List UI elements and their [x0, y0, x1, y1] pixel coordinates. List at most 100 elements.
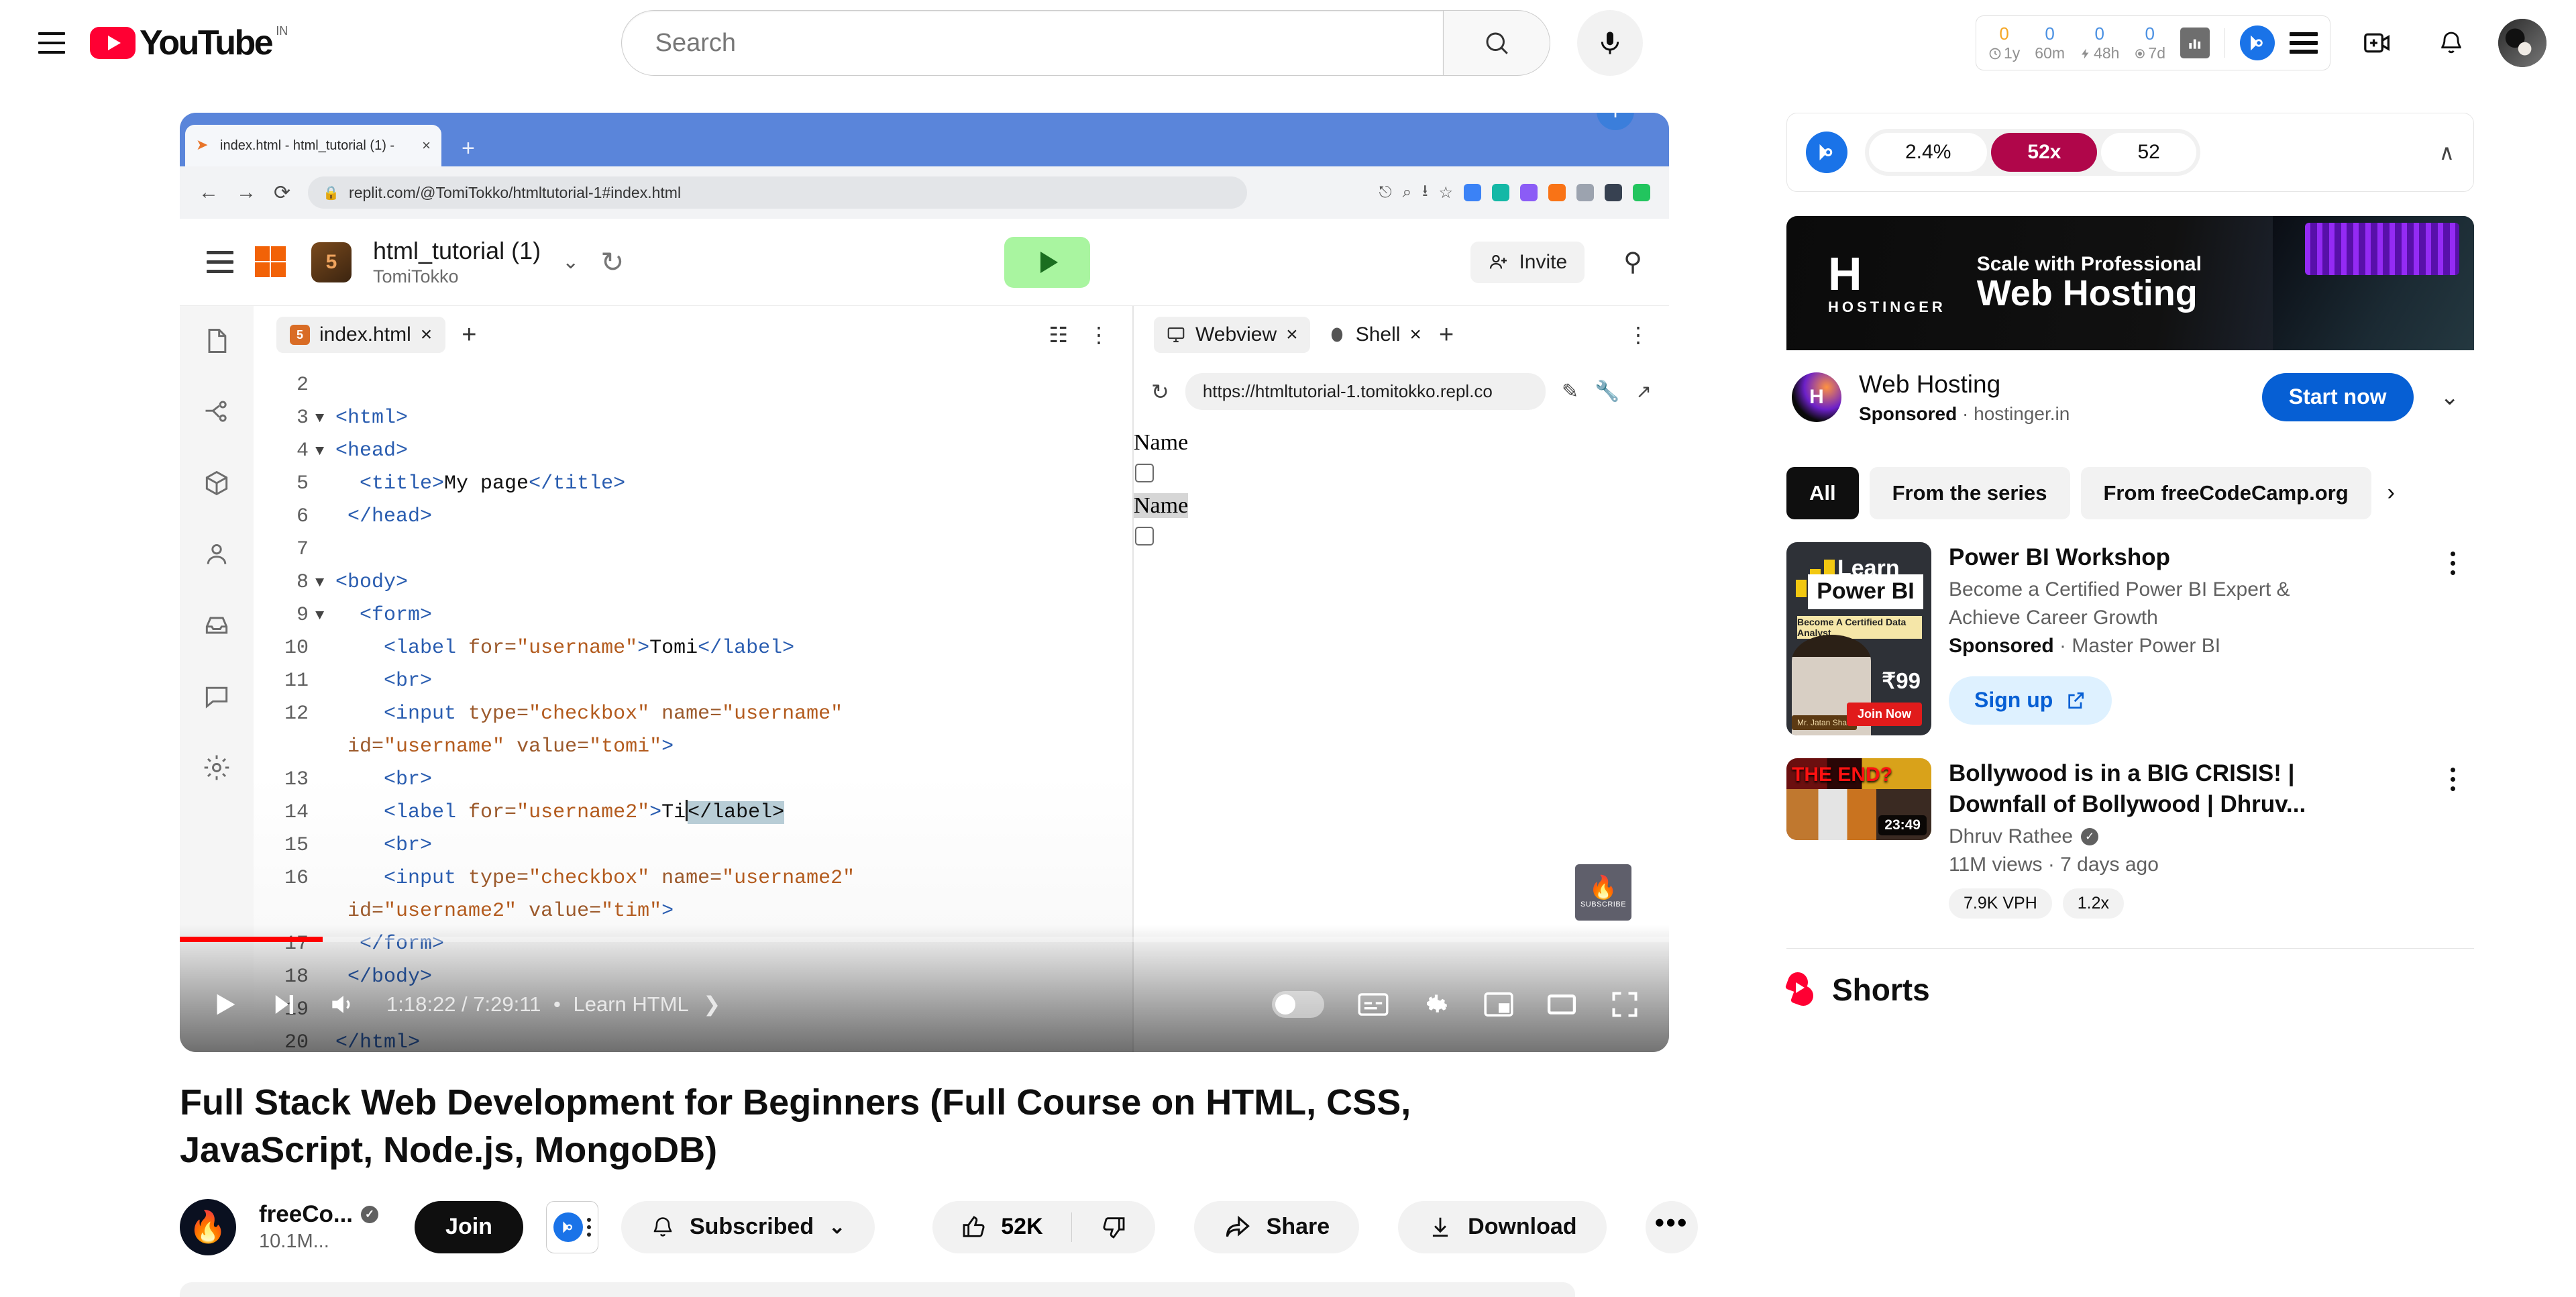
recommendation-title-line2[interactable]: Downfall of Bollywood | Dhruv... [1949, 789, 2414, 820]
channel-info[interactable]: freeCo... ✓ 10.1M... [259, 1199, 379, 1255]
gear-icon[interactable] [202, 753, 231, 782]
autoplay-toggle[interactable] [1272, 991, 1324, 1018]
editor-add-tab-icon[interactable]: + [462, 321, 476, 350]
bar-chart-icon[interactable] [2180, 28, 2210, 58]
install-icon[interactable]: ⭳ [1422, 179, 1428, 207]
advertiser-avatar[interactable]: H [1792, 372, 1841, 422]
dislike-button[interactable] [1072, 1214, 1155, 1241]
replit-project-chevron-down-icon[interactable]: ⌄ [562, 250, 579, 274]
volume-button[interactable] [327, 990, 357, 1019]
youtube-logo[interactable]: YouTube IN [90, 24, 288, 60]
package-cube-icon[interactable] [202, 468, 231, 498]
replit-search-icon[interactable]: ⚲ [1623, 247, 1642, 277]
vidiq-stat-3[interactable]: 0 7d [2134, 25, 2165, 61]
replit-invite-button[interactable]: Invite [1470, 241, 1585, 283]
play-button[interactable] [209, 989, 240, 1020]
replit-menu-icon[interactable] [207, 251, 233, 273]
player-chapter-arrow-icon[interactable]: ❯ [703, 992, 720, 1016]
bookmark-star-icon[interactable]: ☆ [1438, 183, 1453, 203]
browser-new-tab-icon[interactable]: + [462, 136, 475, 162]
browser-back-icon[interactable]: ← [199, 181, 219, 204]
notifications-button[interactable] [2424, 16, 2478, 70]
search-input[interactable] [655, 28, 1443, 58]
subscribe-watermark[interactable]: 🔥 SUBSCRIBE [1575, 864, 1631, 921]
vidiq-kebab-icon[interactable] [586, 1217, 591, 1237]
preview-checkbox-1[interactable] [1135, 464, 1154, 482]
code-fold-icon[interactable] [315, 895, 335, 928]
code-fold-icon[interactable] [315, 501, 335, 533]
browser-tab[interactable]: ➤ index.html - html_tutorial (1) - × [185, 125, 441, 166]
download-button[interactable]: Download [1398, 1200, 1607, 1253]
editor-layout-icon[interactable]: ☷ [1049, 322, 1068, 348]
code-fold-icon[interactable]: ▼ [315, 435, 335, 468]
video-player[interactable]: ➤ index.html - html_tutorial (1) - × + T… [180, 113, 1669, 1052]
channel-avatar[interactable]: 🔥 [180, 1198, 236, 1255]
editor-tab-close-icon[interactable]: × [421, 323, 433, 346]
browser-address-bar[interactable]: 🔒 replit.com/@TomiTokko/htmltutorial-1#i… [308, 176, 1248, 209]
browser-tab-close-icon[interactable]: × [422, 137, 431, 154]
code-fold-icon[interactable] [315, 665, 335, 698]
recommendation-title[interactable]: Power BI Workshop [1949, 542, 2414, 573]
preview-kebab-icon[interactable]: ⋮ [1627, 322, 1649, 348]
replit-run-button[interactable] [1004, 236, 1091, 288]
vidiq-segment-multiplier[interactable]: 52x [1991, 133, 2098, 172]
ad-chevron-down-icon[interactable]: ⌄ [2431, 384, 2469, 411]
vidiq-segment-engagement[interactable]: 2.4% [1869, 133, 1988, 172]
vidiq-stat-1[interactable]: 0 60m [2035, 25, 2065, 61]
preview-checkbox-2[interactable] [1135, 527, 1154, 546]
code-fold-icon[interactable] [315, 533, 335, 566]
user-icon[interactable] [202, 539, 231, 569]
replit-history-icon[interactable]: ↻ [600, 246, 624, 278]
vidiq-stat-0[interactable]: 0 1y [1988, 25, 2020, 61]
extension-icon-1[interactable] [1464, 184, 1481, 201]
more-actions-button[interactable]: ••• [1645, 1200, 1698, 1253]
recommendation-kebab-icon[interactable] [2431, 758, 2474, 801]
vidiq-logo-icon[interactable] [2240, 25, 2275, 60]
preview-tab-shell-close-icon[interactable]: × [1409, 323, 1421, 346]
chip-from-freecodecamp[interactable]: From freeCodeCamp.org [2080, 466, 2371, 519]
ad-cta-button[interactable]: Start now [2261, 372, 2414, 421]
preview-tab-webview-close-icon[interactable]: × [1286, 323, 1298, 346]
join-button[interactable]: Join [415, 1200, 523, 1253]
next-video-button[interactable] [270, 990, 298, 1019]
recommendation-title-line1[interactable]: Bollywood is in a BIG CRISIS! | [1949, 758, 2414, 789]
chip-all[interactable]: All [1786, 466, 1859, 519]
progress-bar[interactable] [180, 937, 1669, 942]
player-chapter-title[interactable]: Learn HTML [574, 992, 688, 1016]
vidiq-stats-pill[interactable]: 0 1y 0 60m 0 48h 0 7d [1975, 15, 2330, 70]
reload-icon[interactable]: ↻ [1151, 379, 1169, 405]
code-fold-icon[interactable] [315, 731, 335, 764]
code-fold-icon[interactable] [315, 698, 335, 731]
code-fold-icon[interactable] [315, 764, 335, 796]
code-fold-icon[interactable] [315, 632, 335, 665]
file-icon[interactable] [202, 326, 231, 356]
avatar[interactable] [2498, 19, 2546, 67]
code-fold-icon[interactable] [315, 862, 335, 895]
browser-forward-icon[interactable]: → [236, 181, 256, 204]
pencil-icon[interactable]: ✎ [1562, 380, 1578, 403]
list-item[interactable]: THE END? 23:49 Bollywood is in a BIG CRI… [1786, 758, 2474, 919]
zoom-page-icon[interactable]: ⌕ [1403, 183, 1411, 202]
like-button[interactable]: 52K [932, 1214, 1071, 1241]
code-fold-icon[interactable]: ▼ [315, 402, 335, 435]
chat-icon[interactable] [202, 682, 231, 711]
preview-tab-webview[interactable]: Webview × [1154, 317, 1310, 353]
inbox-icon[interactable] [202, 611, 231, 640]
signup-button[interactable]: Sign up [1949, 676, 2112, 725]
voice-search-button[interactable] [1576, 10, 1643, 76]
code-fold-icon[interactable]: ▼ [315, 599, 335, 632]
recommendation-kebab-icon[interactable] [2431, 542, 2474, 585]
wrench-icon[interactable]: 🔧 [1595, 380, 1619, 403]
recommendation-thumbnail[interactable]: THE END? 23:49 [1786, 758, 1931, 840]
browser-profile-avatar[interactable]: T [1597, 113, 1634, 130]
chip-from-the-series[interactable]: From the series [1869, 466, 2070, 519]
fullscreen-button[interactable] [1610, 990, 1640, 1019]
extension-icon-4[interactable] [1548, 184, 1566, 201]
vidiq-collapse-chevron-up-icon[interactable]: ∧ [2439, 140, 2455, 165]
vidiq-menu-icon[interactable] [2290, 32, 2318, 54]
code-fold-icon[interactable]: ▼ [315, 566, 335, 599]
create-video-button[interactable] [2351, 16, 2404, 70]
chips-next-arrow-icon[interactable]: › [2387, 480, 2395, 506]
code-fold-icon[interactable] [315, 369, 335, 402]
browser-reload-icon[interactable]: ⟳ [274, 181, 290, 205]
